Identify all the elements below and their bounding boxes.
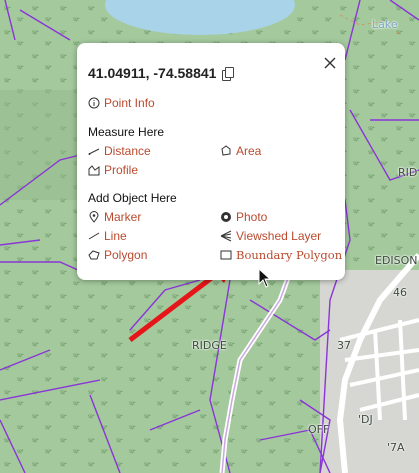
photo-label: Photo bbox=[236, 210, 268, 224]
mouse-pointer-icon bbox=[258, 268, 272, 288]
viewshed-label: Viewshed Layer bbox=[236, 229, 322, 243]
map-label-route-37: 37 bbox=[337, 339, 351, 352]
profile-label: Profile bbox=[104, 163, 139, 177]
add-boundary-polygon[interactable]: Boundary Polygon bbox=[220, 248, 342, 262]
add-marker[interactable]: Marker bbox=[88, 210, 141, 224]
measure-distance[interactable]: Distance bbox=[88, 144, 151, 158]
area-label: Area bbox=[236, 144, 262, 158]
line-icon bbox=[88, 232, 100, 240]
context-popup: 41.04911, -74.58841 Point Info Measure H… bbox=[77, 43, 345, 280]
map-label-ridge-right: RID bbox=[398, 166, 418, 179]
polygon-icon bbox=[88, 250, 100, 260]
polygon-label: Polygon bbox=[104, 248, 148, 262]
map-label-off: OFF bbox=[308, 423, 330, 436]
add-polygon[interactable]: Polygon bbox=[88, 248, 147, 262]
map-label-ridge: RIDGE bbox=[192, 339, 227, 352]
area-icon bbox=[221, 145, 231, 156]
close-icon[interactable] bbox=[323, 56, 337, 70]
viewshed-icon bbox=[220, 230, 232, 242]
measure-heading: Measure Here bbox=[88, 125, 165, 139]
coordinates-header: 41.04911, -74.58841 bbox=[88, 65, 235, 81]
add-line[interactable]: Line bbox=[88, 229, 127, 243]
measure-area[interactable]: Area bbox=[220, 144, 261, 158]
marker-icon bbox=[89, 211, 99, 223]
point-info-link[interactable]: Point Info bbox=[88, 96, 155, 110]
map-label-route-46: 46 bbox=[393, 286, 407, 299]
add-object-heading: Add Object Here bbox=[88, 191, 177, 205]
distance-label: Distance bbox=[104, 144, 151, 158]
add-viewshed-layer[interactable]: Viewshed Layer bbox=[220, 229, 321, 243]
measure-profile[interactable]: Profile bbox=[88, 163, 138, 177]
info-icon bbox=[88, 97, 100, 109]
line-label: Line bbox=[104, 229, 127, 243]
coordinates-text: 41.04911, -74.58841 bbox=[88, 65, 217, 81]
point-info-label: Point Info bbox=[104, 96, 155, 110]
camera-aperture-icon bbox=[221, 212, 231, 222]
map-label-lake: Lake bbox=[372, 18, 398, 31]
ridge-shade bbox=[0, 90, 80, 200]
profile-icon bbox=[88, 165, 100, 176]
boundary-polygon-label: Boundary Polygon bbox=[236, 248, 343, 262]
distance-icon bbox=[88, 148, 100, 155]
map-label-edison: EDISON bbox=[375, 254, 418, 267]
marker-label: Marker bbox=[104, 210, 142, 224]
copy-icon[interactable] bbox=[222, 66, 235, 81]
map-label-7a: '7A bbox=[387, 441, 405, 454]
rectangle-icon bbox=[220, 250, 232, 260]
add-photo[interactable]: Photo bbox=[220, 210, 267, 224]
map-label-dj: 'DJ bbox=[358, 413, 373, 426]
